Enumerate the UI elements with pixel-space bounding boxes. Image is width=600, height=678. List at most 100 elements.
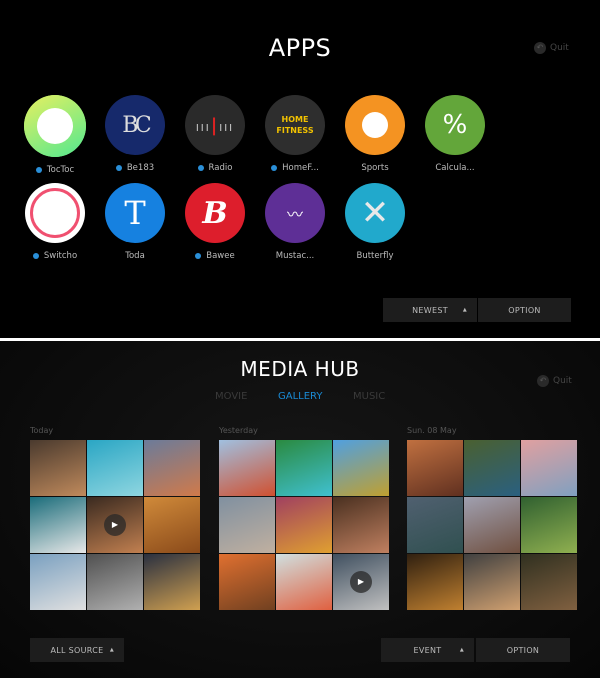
play-icon: ▶ bbox=[350, 571, 372, 593]
sort-newest-button[interactable]: NEWEST ▲ bbox=[383, 298, 477, 322]
media-hub-panel: MEDIA HUB ↶ Quit MOVIE GALLERY MUSIC Toda… bbox=[0, 341, 600, 678]
check-badge-icon bbox=[32, 253, 39, 259]
check-badge-icon bbox=[197, 165, 204, 171]
icon-text: HOME FITNESS bbox=[276, 115, 314, 135]
media-option-button[interactable]: OPTION bbox=[476, 638, 570, 662]
quit-label: Quit bbox=[553, 376, 572, 386]
app-radio[interactable]: III|III Radio bbox=[175, 95, 255, 173]
check-badge-icon bbox=[115, 165, 122, 171]
app-be183[interactable]: BC Be183 bbox=[95, 95, 175, 173]
app-toda[interactable]: T Toda bbox=[95, 183, 175, 261]
check-badge-icon bbox=[271, 165, 278, 171]
check-badge-icon bbox=[195, 253, 202, 259]
photo-thumbnail[interactable] bbox=[407, 497, 463, 553]
group-date-label: Yesterday bbox=[219, 426, 258, 435]
app-mustac[interactable]: 〰 Mustac... bbox=[255, 183, 335, 261]
app-label: Bawee bbox=[206, 251, 235, 261]
app-switcho[interactable]: Switcho bbox=[15, 183, 95, 261]
app-label: Mustac... bbox=[275, 251, 315, 261]
photo-thumbnail[interactable] bbox=[87, 554, 143, 610]
photo-thumbnail[interactable] bbox=[144, 554, 200, 610]
app-label: Butterfly bbox=[356, 251, 394, 261]
speech-bubble-icon bbox=[24, 95, 86, 157]
back-icon: ↶ bbox=[534, 42, 546, 54]
mustache-wave-icon: 〰 bbox=[265, 183, 325, 243]
app-toctoc[interactable]: TocToc bbox=[15, 95, 95, 175]
app-calcula[interactable]: % Calcula... bbox=[415, 95, 495, 173]
caret-up-icon: ▲ bbox=[109, 647, 114, 653]
apps-title: APPS bbox=[268, 34, 332, 62]
all-source-button[interactable]: ALL SOURCE ▲ bbox=[30, 638, 124, 662]
quit-label: Quit bbox=[550, 43, 569, 53]
app-sports[interactable]: Sports bbox=[335, 95, 415, 173]
app-label: Toda bbox=[125, 251, 145, 261]
check-badge-icon bbox=[35, 167, 42, 173]
group-date-label: Today bbox=[30, 426, 54, 435]
event-button[interactable]: EVENT ▲ bbox=[381, 638, 474, 662]
caret-up-icon: ▲ bbox=[462, 307, 467, 313]
photo-thumbnail[interactable] bbox=[521, 440, 577, 496]
quit-button[interactable]: ↶ Quit bbox=[534, 42, 569, 54]
event-label: EVENT bbox=[413, 645, 442, 655]
back-icon: ↶ bbox=[537, 375, 549, 387]
caret-up-icon: ▲ bbox=[459, 647, 464, 653]
photo-thumbnail[interactable] bbox=[464, 554, 520, 610]
photo-thumbnail[interactable] bbox=[521, 497, 577, 553]
percent-icon: % bbox=[425, 95, 485, 155]
photo-thumbnail[interactable] bbox=[521, 554, 577, 610]
photo-thumbnail[interactable] bbox=[87, 440, 143, 496]
radio-tuner-icon: III|III bbox=[185, 95, 245, 155]
video-thumbnail[interactable]: ▶ bbox=[333, 554, 389, 610]
app-label: TocToc bbox=[46, 165, 75, 175]
group-date-label: Sun. 08 May bbox=[407, 426, 457, 435]
apps-panel: APPS ↶ Quit TocToc BC Be183 III|III Radio HOME… bbox=[0, 0, 600, 338]
bc-logo-icon: BC bbox=[105, 95, 165, 155]
gallery-group: Today ▶ bbox=[30, 426, 200, 610]
photo-thumbnail[interactable] bbox=[30, 440, 86, 496]
photo-thumbnail[interactable] bbox=[219, 440, 275, 496]
option-label: OPTION bbox=[508, 305, 541, 315]
gallery-group: Sun. 08 May bbox=[407, 426, 577, 610]
app-homef[interactable]: HOME FITNESS HomeF... bbox=[255, 95, 335, 173]
photo-thumbnail[interactable] bbox=[407, 554, 463, 610]
home-fitness-icon: HOME FITNESS bbox=[265, 95, 325, 155]
video-thumbnail[interactable]: ▶ bbox=[87, 497, 143, 553]
photo-thumbnail[interactable] bbox=[464, 497, 520, 553]
photo-thumbnail[interactable] bbox=[276, 554, 332, 610]
letter-t-icon: T bbox=[105, 183, 165, 243]
option-label: OPTION bbox=[506, 645, 540, 655]
app-label: Be183 bbox=[126, 163, 155, 173]
photo-thumbnail[interactable] bbox=[30, 497, 86, 553]
app-label: Sports bbox=[361, 163, 389, 173]
media-quit-button[interactable]: ↶ Quit bbox=[537, 375, 572, 387]
photo-thumbnail[interactable] bbox=[407, 440, 463, 496]
gallery-group: Yesterday ▶ bbox=[219, 426, 389, 610]
icon-text: T bbox=[124, 194, 146, 232]
photo-thumbnail[interactable] bbox=[276, 440, 332, 496]
photo-thumbnail[interactable] bbox=[464, 440, 520, 496]
photo-thumbnail[interactable] bbox=[276, 497, 332, 553]
photo-thumbnail[interactable] bbox=[219, 497, 275, 553]
app-bawee[interactable]: B Bawee bbox=[175, 183, 255, 261]
letter-b-icon: B bbox=[185, 183, 245, 243]
app-label: Switcho bbox=[43, 251, 78, 261]
source-label: ALL SOURCE bbox=[50, 645, 104, 655]
sort-label: NEWEST bbox=[412, 305, 448, 315]
butterfly-x-icon: ✕ bbox=[345, 183, 405, 243]
photo-thumbnail[interactable] bbox=[333, 440, 389, 496]
photo-thumbnail[interactable] bbox=[144, 440, 200, 496]
photo-thumbnail[interactable] bbox=[144, 497, 200, 553]
app-label: Calcula... bbox=[435, 163, 475, 173]
photo-thumbnail[interactable] bbox=[219, 554, 275, 610]
baseball-icon bbox=[345, 95, 405, 155]
play-icon: ▶ bbox=[104, 514, 126, 536]
tab-music[interactable]: MUSIC bbox=[353, 391, 385, 402]
photo-thumbnail[interactable] bbox=[333, 497, 389, 553]
tab-movie[interactable]: MOVIE bbox=[215, 391, 247, 402]
app-butterfly[interactable]: ✕ Butterfly bbox=[335, 183, 415, 261]
photo-thumbnail[interactable] bbox=[30, 554, 86, 610]
option-button[interactable]: OPTION bbox=[478, 298, 571, 322]
icon-text: B bbox=[202, 195, 228, 231]
app-label: HomeF... bbox=[282, 163, 319, 173]
tab-gallery[interactable]: GALLERY bbox=[278, 391, 322, 402]
